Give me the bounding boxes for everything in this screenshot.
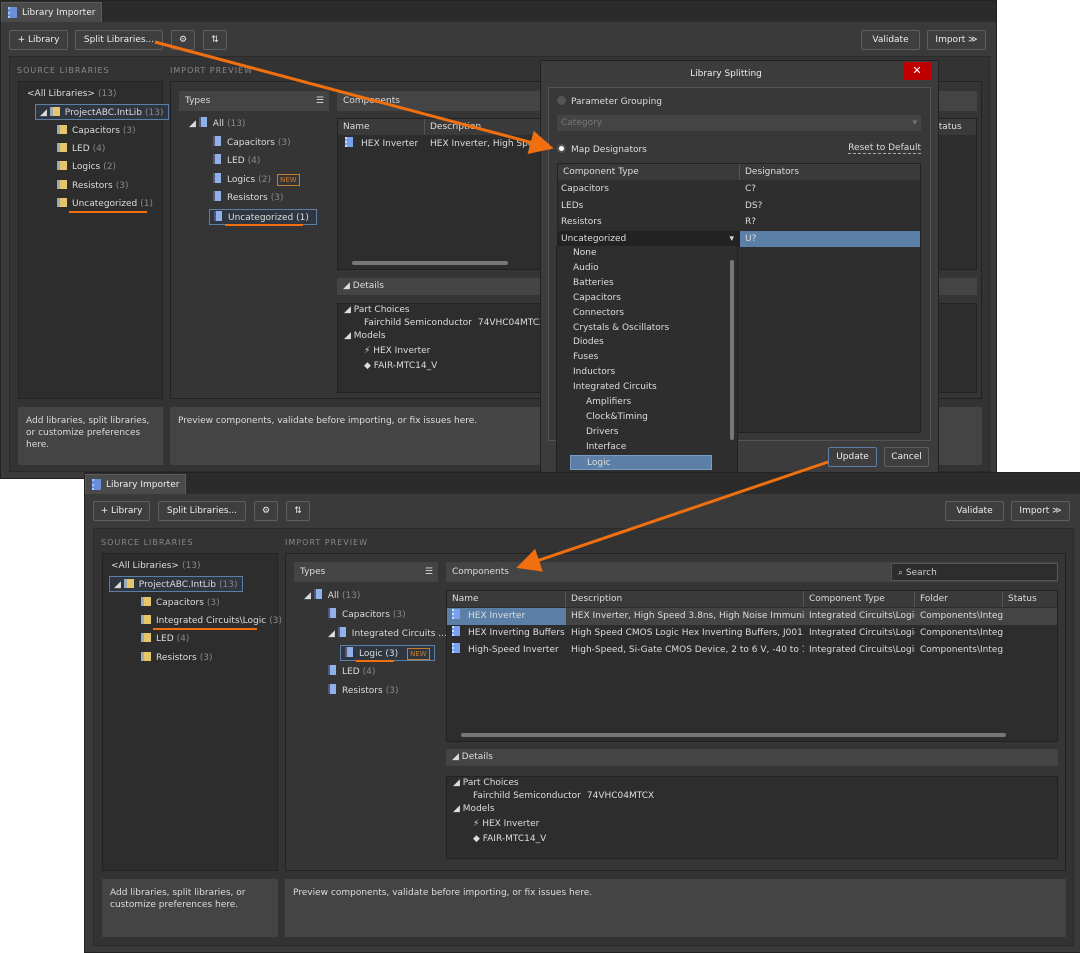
arrow-update-to-components xyxy=(516,460,829,572)
annotation-arrows xyxy=(154,40,829,572)
arrow-split-to-map xyxy=(154,40,554,154)
